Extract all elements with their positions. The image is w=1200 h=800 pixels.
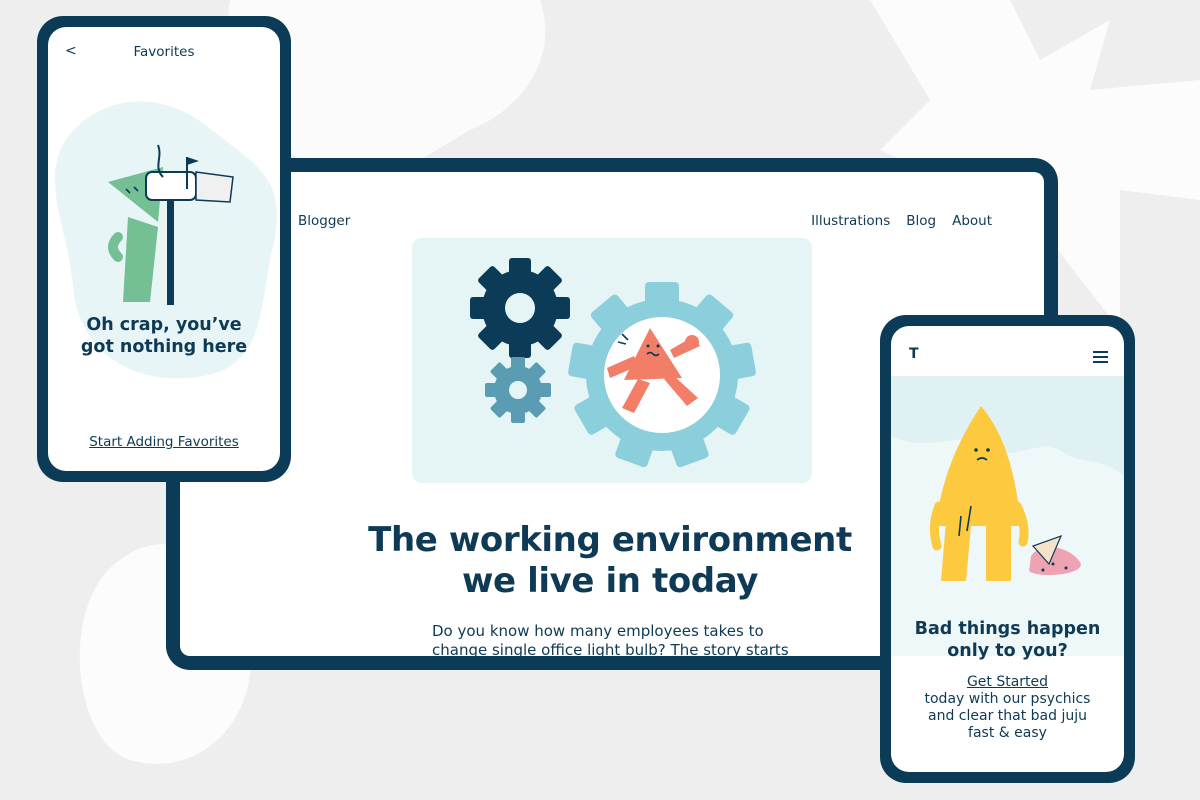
headline-line-1: The working environment [368,520,852,560]
article-headline: The working environment we live in today [360,520,860,602]
screen-title: Favorites [133,44,195,60]
empty-heading-line-1: Oh crap, you’ve [86,315,242,335]
start-adding-favorites-link[interactable]: Start Adding Favorites [48,434,280,450]
hero-heading-line-1: Bad things happen [914,619,1101,639]
site-brand[interactable]: Blogger [298,213,350,229]
hero-heading-line-2: only to you? [947,641,1068,661]
site-logo[interactable]: T [909,346,919,362]
favorites-screen: < Favorites Oh crap, you’ve got nothing … [48,27,280,471]
phone-favorites: < Favorites Oh crap, you’ve got nothing … [37,16,291,482]
nav-item-blog[interactable]: Blog [906,213,936,229]
gears-character-illustration [470,258,756,468]
mailbox-character-illustration [108,144,234,305]
phone-psychics: T Bad things happen only to you? Get Sta… [880,315,1135,783]
headline-line-2: we live in today [462,561,758,601]
empty-heading-line-2: got nothing here [80,337,248,357]
empty-state-heading: Oh crap, you’ve got nothing here [58,314,270,358]
nav-item-illustrations[interactable]: Illustrations [811,213,890,229]
psychics-screen: T Bad things happen only to you? Get Sta… [891,326,1124,772]
hamburger-menu-icon[interactable] [1093,351,1108,366]
top-nav: Illustrations Blog About [811,213,992,229]
hero-heading: Bad things happen only to you? [891,618,1124,662]
article-excerpt: Do you know how many employees takes to … [432,622,789,656]
hero-subtext: today with our psychics and clear that b… [924,691,1091,741]
nav-item-about[interactable]: About [952,213,992,229]
get-started-link[interactable]: Get Started [891,674,1124,690]
sad-yellow-character-illustration [929,406,1081,581]
gears-illustration [412,238,812,483]
